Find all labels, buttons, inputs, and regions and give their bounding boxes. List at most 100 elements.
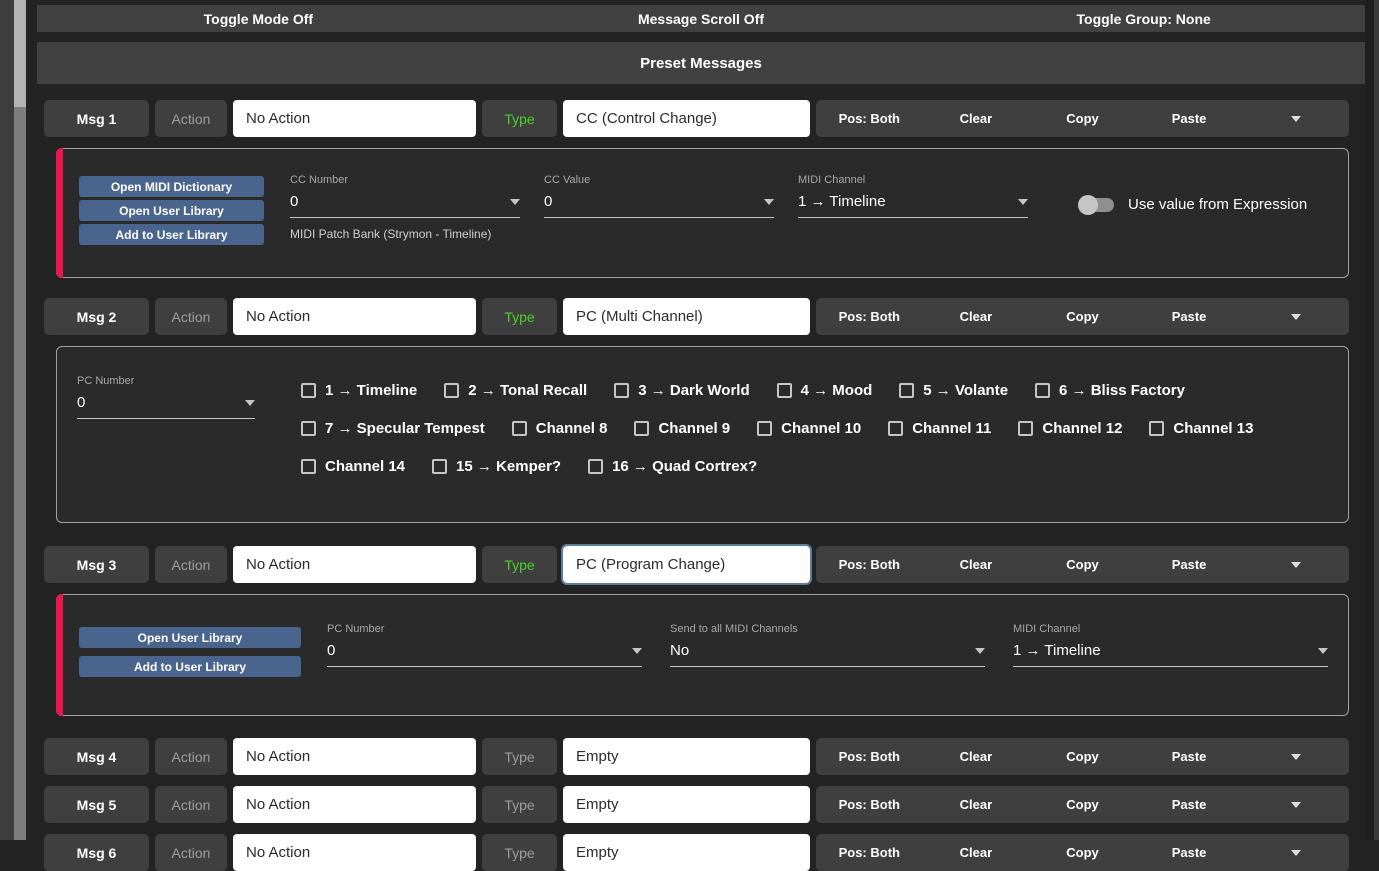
toggle-mode-button[interactable]: Toggle Mode Off [37, 5, 480, 32]
type-label-button[interactable]: Type [482, 298, 557, 335]
copy-button[interactable]: Copy [1029, 298, 1136, 335]
pc-number-select[interactable]: 0 [77, 394, 255, 419]
pc-number-field[interactable]: PC Number 0 [327, 623, 642, 667]
msg3-button[interactable]: Msg 3 [44, 546, 149, 583]
checkbox-icon[interactable] [1149, 421, 1164, 436]
open-midi-dictionary-button[interactable]: Open MIDI Dictionary [79, 176, 264, 197]
pos-button[interactable]: Pos: Both [816, 738, 923, 775]
add-to-user-library-button[interactable]: Add to User Library [79, 656, 301, 677]
checkbox-icon[interactable] [301, 459, 316, 474]
channel-checkbox[interactable]: 5 → Volante [899, 382, 1008, 399]
type-select[interactable]: CC (Control Change) [563, 100, 810, 137]
channel-checkbox[interactable]: Channel 11 [888, 420, 991, 437]
channel-checkbox[interactable]: Channel 14 [301, 458, 405, 475]
vertical-scrollbar[interactable] [14, 0, 26, 840]
channel-checkbox[interactable]: 1 → Timeline [301, 382, 417, 399]
clear-button[interactable]: Clear [923, 100, 1030, 137]
checkbox-icon[interactable] [432, 459, 447, 474]
clear-button[interactable]: Clear [923, 738, 1030, 775]
channel-checkbox[interactable]: 6 → Bliss Factory [1035, 382, 1185, 399]
send-all-channels-select[interactable]: No [670, 642, 985, 667]
toggle-group-button[interactable]: Toggle Group: None [922, 5, 1365, 32]
checkbox-icon[interactable] [301, 383, 316, 398]
clear-button[interactable]: Clear [923, 786, 1030, 823]
paste-button[interactable]: Paste [1136, 786, 1243, 823]
checkbox-icon[interactable] [777, 383, 792, 398]
checkbox-icon[interactable] [444, 383, 459, 398]
cc-value-select[interactable]: 0 [544, 193, 774, 218]
row-menu-button[interactable] [1242, 786, 1349, 823]
midi-channel-field[interactable]: MIDI Channel 1 → Timeline [798, 174, 1028, 241]
cc-number-field[interactable]: CC Number 0 MIDI Patch Bank (Strymon - T… [290, 174, 520, 241]
send-all-channels-field[interactable]: Send to all MIDI Channels No [670, 623, 985, 667]
checkbox-icon[interactable] [888, 421, 903, 436]
clear-button[interactable]: Clear [923, 546, 1030, 583]
checkbox-icon[interactable] [512, 421, 527, 436]
clear-button[interactable]: Clear [923, 298, 1030, 335]
channel-checkbox[interactable]: 15 → Kemper? [432, 458, 561, 475]
msg2-button[interactable]: Msg 2 [44, 298, 149, 335]
action-select[interactable]: No Action [233, 546, 476, 583]
expression-toggle[interactable] [1082, 198, 1114, 212]
checkbox-icon[interactable] [899, 383, 914, 398]
channel-checkbox[interactable]: 3 → Dark World [614, 382, 749, 399]
checkbox-icon[interactable] [757, 421, 772, 436]
msg1-button[interactable]: Msg 1 [44, 100, 149, 137]
paste-button[interactable]: Paste [1136, 100, 1243, 137]
paste-button[interactable]: Paste [1136, 738, 1243, 775]
msg5-button[interactable]: Msg 5 [44, 786, 149, 823]
type-select[interactable]: Empty [563, 738, 810, 775]
checkbox-icon[interactable] [614, 383, 629, 398]
row-menu-button[interactable] [1242, 738, 1349, 775]
paste-button[interactable]: Paste [1136, 546, 1243, 583]
channel-checkbox[interactable]: 16 → Quad Cortrex? [588, 458, 757, 475]
paste-button[interactable]: Paste [1136, 298, 1243, 335]
action-select[interactable]: No Action [233, 100, 476, 137]
type-label-button[interactable]: Type [482, 100, 557, 137]
channel-checkbox[interactable]: 2 → Tonal Recall [444, 382, 587, 399]
midi-channel-select[interactable]: 1 → Timeline [798, 193, 1028, 218]
pos-button[interactable]: Pos: Both [816, 786, 923, 823]
action-select[interactable]: No Action [233, 738, 476, 775]
type-label-button[interactable]: Type [482, 738, 557, 775]
pos-button[interactable]: Pos: Both [816, 546, 923, 583]
cc-value-field[interactable]: CC Value 0 [544, 174, 774, 241]
type-label-button[interactable]: Type [482, 546, 557, 583]
type-select[interactable]: Empty [563, 786, 810, 823]
action-label-button[interactable]: Action [155, 738, 227, 775]
checkbox-icon[interactable] [634, 421, 649, 436]
row-menu-button[interactable] [1242, 298, 1349, 335]
channel-checkbox[interactable]: 7 → Specular Tempest [301, 420, 485, 437]
add-to-user-library-button[interactable]: Add to User Library [79, 224, 264, 245]
action-label-button[interactable]: Action [155, 786, 227, 823]
checkbox-icon[interactable] [301, 421, 316, 436]
checkbox-icon[interactable] [1035, 383, 1050, 398]
action-select[interactable]: No Action [233, 786, 476, 823]
action-select[interactable]: No Action [233, 298, 476, 335]
action-label-button[interactable]: Action [155, 546, 227, 583]
copy-button[interactable]: Copy [1029, 738, 1136, 775]
action-label-button[interactable]: Action [155, 298, 227, 335]
channel-checkbox[interactable]: Channel 12 [1018, 420, 1122, 437]
channel-checkbox[interactable]: Channel 8 [512, 420, 608, 437]
action-label-button[interactable]: Action [155, 100, 227, 137]
pos-button[interactable]: Pos: Both [816, 298, 923, 335]
midi-channel-field[interactable]: MIDI Channel 1 → Timeline [1013, 623, 1328, 667]
open-user-library-button[interactable]: Open User Library [79, 200, 264, 221]
pc-number-select[interactable]: 0 [327, 642, 642, 667]
open-user-library-button[interactable]: Open User Library [79, 627, 301, 648]
message-scroll-button[interactable]: Message Scroll Off [480, 5, 923, 32]
copy-button[interactable]: Copy [1029, 786, 1136, 823]
copy-button[interactable]: Copy [1029, 100, 1136, 137]
row-menu-button[interactable] [1242, 546, 1349, 583]
pc-number-field[interactable]: PC Number 0 [77, 375, 255, 419]
channel-checkbox[interactable]: Channel 9 [634, 420, 730, 437]
checkbox-icon[interactable] [1018, 421, 1033, 436]
type-label-button[interactable]: Type [482, 786, 557, 823]
channel-checkbox[interactable]: 4 → Mood [777, 382, 873, 399]
scrollbar-thumb[interactable] [14, 0, 26, 107]
type-select-focused[interactable]: PC (Program Change) [563, 546, 810, 583]
pos-button[interactable]: Pos: Both [816, 100, 923, 137]
checkbox-icon[interactable] [588, 459, 603, 474]
midi-channel-select[interactable]: 1 → Timeline [1013, 642, 1328, 667]
